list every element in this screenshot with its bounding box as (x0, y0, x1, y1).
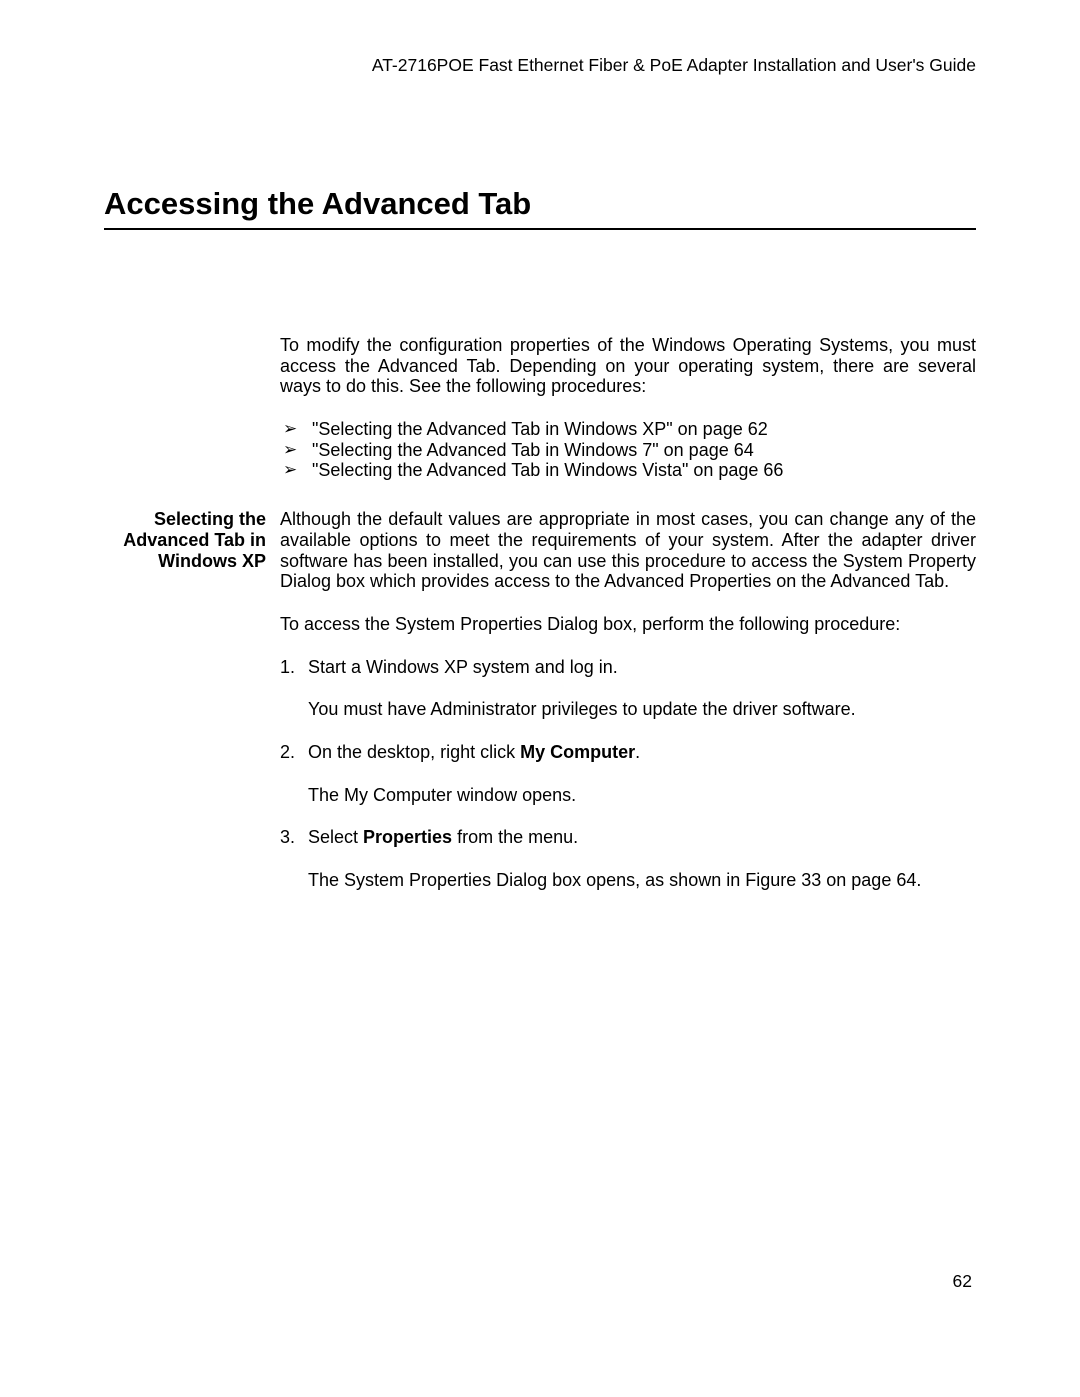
bullet-list: "Selecting the Advanced Tab in Windows X… (280, 419, 976, 481)
step-text: Select Properties from the menu. (308, 827, 578, 847)
intro-para: To modify the configuration properties o… (280, 335, 976, 397)
bullet-item: "Selecting the Advanced Tab in Windows V… (280, 460, 976, 481)
section-para: Although the default values are appropri… (280, 509, 976, 592)
step-note: The My Computer window opens. (308, 785, 976, 806)
section-heading: Selecting the Advanced Tab in Windows XP (104, 509, 266, 571)
step-note: The System Properties Dialog box opens, … (308, 870, 976, 891)
step-number: 1. (280, 657, 295, 678)
section: Selecting the Advanced Tab in Windows XP… (280, 509, 976, 891)
numbered-steps: 1. Start a Windows XP system and log in.… (280, 657, 976, 891)
section-para: To access the System Properties Dialog b… (280, 614, 976, 635)
step-number: 3. (280, 827, 295, 848)
bullet-item: "Selecting the Advanced Tab in Windows X… (280, 419, 976, 440)
step-text: Start a Windows XP system and log in. (308, 657, 618, 677)
bullet-item: "Selecting the Advanced Tab in Windows 7… (280, 440, 976, 461)
step-note: You must have Administrator privileges t… (308, 699, 976, 720)
step-item: 1. Start a Windows XP system and log in.… (280, 657, 976, 720)
running-header: AT-2716POE Fast Ethernet Fiber & PoE Ada… (104, 55, 976, 76)
emphasis: My Computer (520, 742, 635, 762)
step-number: 2. (280, 742, 295, 763)
step-item: 3. Select Properties from the menu. The … (280, 827, 976, 890)
step-text: On the desktop, right click My Computer. (308, 742, 640, 762)
page-title: Accessing the Advanced Tab (104, 186, 976, 230)
page: AT-2716POE Fast Ethernet Fiber & PoE Ada… (104, 55, 976, 913)
emphasis: Properties (363, 827, 452, 847)
body-column: To modify the configuration properties o… (280, 335, 976, 891)
page-number: 62 (953, 1271, 972, 1292)
step-item: 2. On the desktop, right click My Comput… (280, 742, 976, 805)
